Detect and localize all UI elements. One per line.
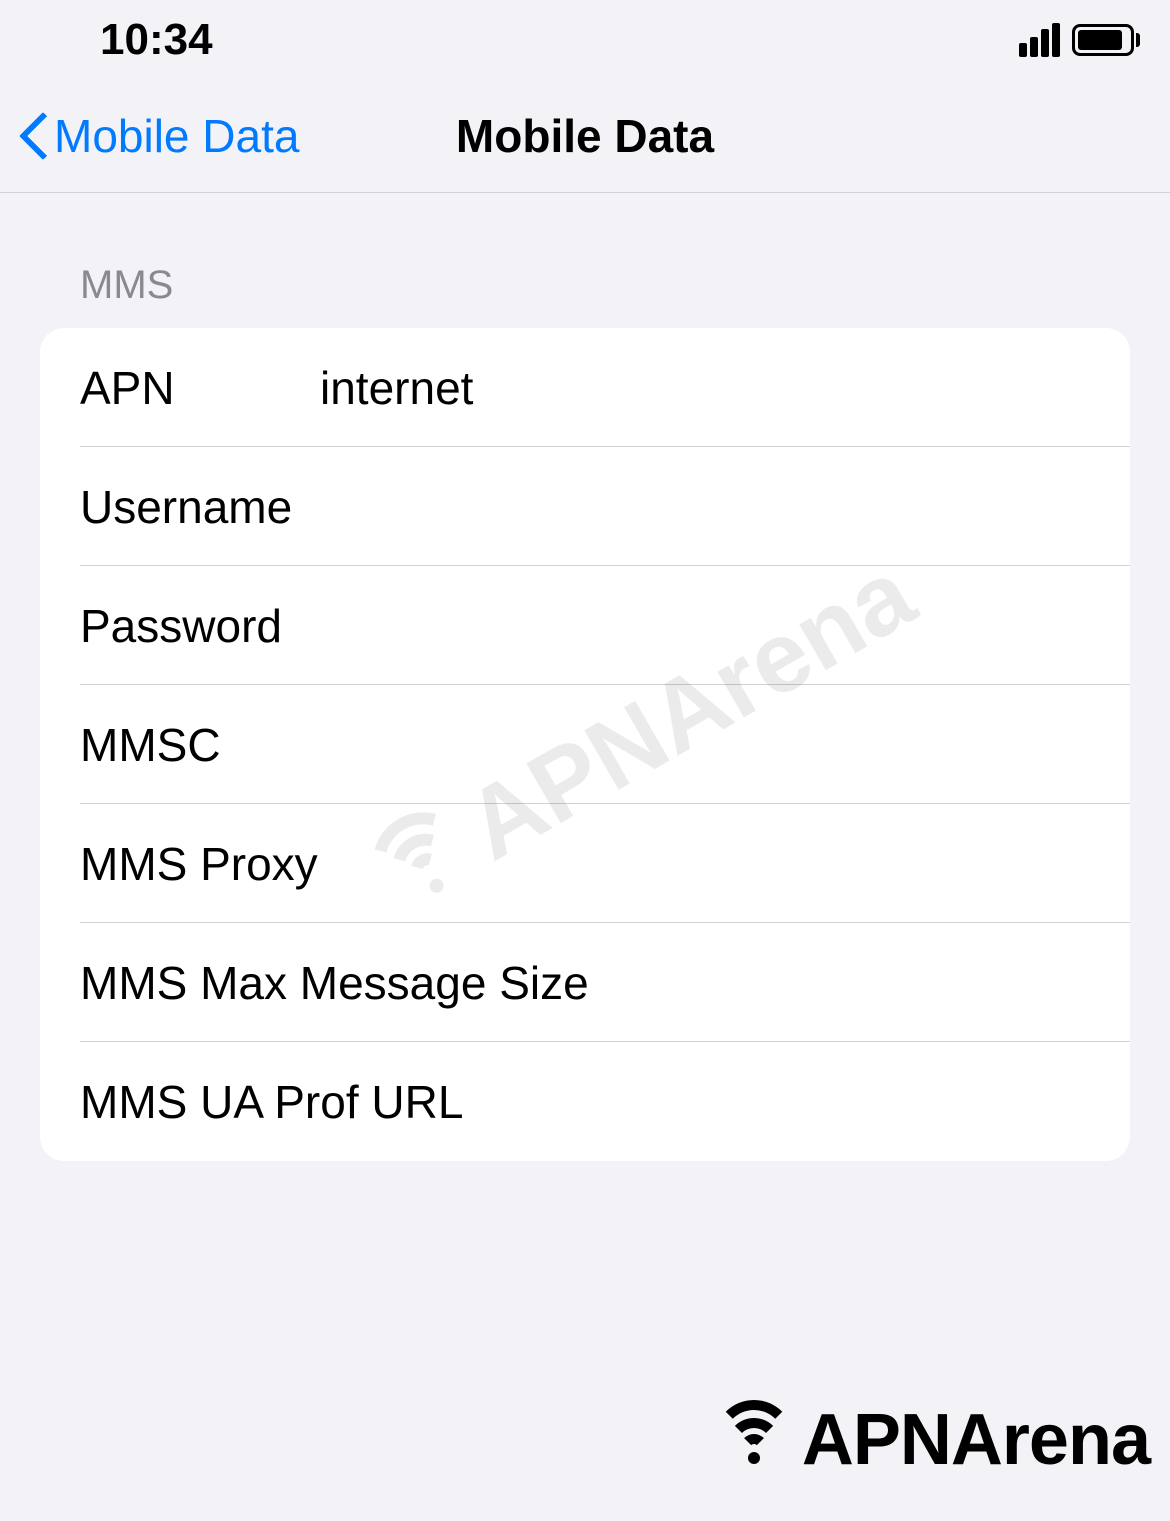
status-icons bbox=[1019, 23, 1140, 57]
row-label-password: Password bbox=[80, 599, 320, 653]
password-field[interactable] bbox=[320, 599, 1130, 653]
back-button[interactable]: Mobile Data bbox=[0, 109, 299, 163]
settings-group-mms: APN Username Password MMSC MMS Proxy MMS… bbox=[40, 328, 1130, 1161]
row-username[interactable]: Username bbox=[40, 447, 1130, 566]
apn-field[interactable] bbox=[320, 361, 1130, 415]
wifi-icon bbox=[714, 1410, 794, 1470]
content: MMS APN Username Password MMSC MMS Proxy… bbox=[0, 193, 1170, 1161]
brand-label: APNArena bbox=[714, 1399, 1150, 1481]
back-button-label: Mobile Data bbox=[54, 109, 299, 163]
row-label-mms-proxy: MMS Proxy bbox=[80, 837, 318, 891]
mms-proxy-field[interactable] bbox=[318, 837, 1130, 891]
navigation-bar: Mobile Data Mobile Data bbox=[0, 80, 1170, 193]
row-password[interactable]: Password bbox=[40, 566, 1130, 685]
username-field[interactable] bbox=[320, 480, 1130, 534]
chevron-left-icon bbox=[20, 115, 44, 157]
row-label-mms-max-size: MMS Max Message Size bbox=[80, 956, 589, 1010]
mmsc-field[interactable] bbox=[320, 718, 1130, 772]
status-bar: 10:34 bbox=[0, 0, 1170, 80]
brand-text: APNArena bbox=[802, 1399, 1150, 1481]
row-label-username: Username bbox=[80, 480, 320, 534]
battery-icon bbox=[1072, 24, 1140, 56]
row-mmsc[interactable]: MMSC bbox=[40, 685, 1130, 804]
row-apn[interactable]: APN bbox=[40, 328, 1130, 447]
mms-max-size-field[interactable] bbox=[589, 956, 1130, 1010]
row-mms-max-size[interactable]: MMS Max Message Size bbox=[40, 923, 1130, 1042]
mms-ua-prof-url-field[interactable] bbox=[463, 1075, 1130, 1129]
row-mms-ua-prof-url[interactable]: MMS UA Prof URL bbox=[40, 1042, 1130, 1161]
status-time: 10:34 bbox=[100, 15, 213, 65]
page-title: Mobile Data bbox=[456, 109, 714, 163]
row-label-mmsc: MMSC bbox=[80, 718, 320, 772]
row-label-mms-ua-prof-url: MMS UA Prof URL bbox=[80, 1075, 463, 1129]
cellular-signal-icon bbox=[1019, 23, 1060, 57]
section-header-mms: MMS bbox=[0, 263, 1170, 308]
row-label-apn: APN bbox=[80, 361, 320, 415]
row-mms-proxy[interactable]: MMS Proxy bbox=[40, 804, 1130, 923]
